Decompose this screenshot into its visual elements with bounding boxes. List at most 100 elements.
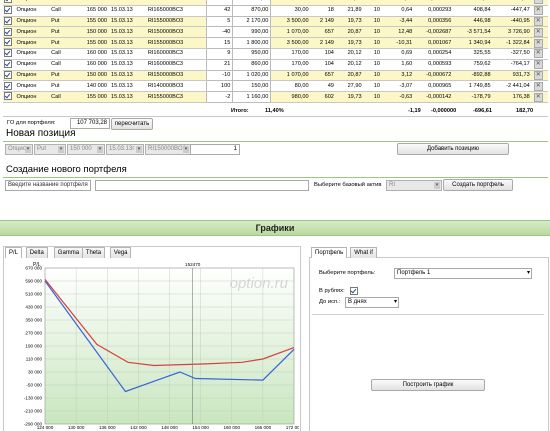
delete-row-icon[interactable]: ✕ <box>533 0 543 5</box>
total-delta: -1,19 <box>408 108 421 114</box>
row-qty[interactable]: 9 <box>205 47 234 60</box>
row-delta: 1,60 <box>381 59 415 71</box>
row-vega: -327,50 <box>492 48 532 60</box>
row-code: RI150000BO3 <box>145 26 207 39</box>
row-checkbox[interactable] <box>4 49 12 58</box>
divider <box>312 314 544 315</box>
delete-row-icon[interactable]: ✕ <box>533 6 543 16</box>
delete-row-icon[interactable]: ✕ <box>533 38 543 48</box>
delete-row-icon[interactable]: ✕ <box>533 49 543 59</box>
divider <box>3 177 548 178</box>
row-theta: 1 340,94 <box>453 37 493 49</box>
new-portfolio-title: Создание нового портфеля <box>6 164 127 175</box>
delete-row-icon[interactable]: ✕ <box>533 81 543 91</box>
row-iv: 20,12 <box>335 59 364 71</box>
row-call-put: Put <box>49 26 77 39</box>
row-checkbox-cell <box>3 80 15 93</box>
np-strike-select[interactable]: 150 000 ▾ <box>67 144 105 155</box>
delete-row-icon[interactable]: ✕ <box>533 60 543 70</box>
row-iv: 27,90 <box>335 80 364 93</box>
row-qty[interactable]: 42 <box>205 4 234 17</box>
row-checkbox[interactable] <box>4 92 12 101</box>
y-tick-label: 30 000 <box>28 370 42 375</box>
expiry-select[interactable]: В днях ▾ <box>345 297 399 308</box>
np-qty-field[interactable]: 1 <box>190 144 240 155</box>
row-days: 10 <box>363 26 382 39</box>
tab-theta[interactable]: Theta <box>81 247 106 258</box>
tab-vega[interactable]: Vega <box>109 247 132 258</box>
row-price[interactable]: 860,00 <box>232 58 272 71</box>
row-checkbox[interactable] <box>4 27 12 36</box>
row-days: 10 <box>363 48 382 60</box>
portfolio-select[interactable]: Портфель 1 ▾ <box>394 268 532 279</box>
tab-delta[interactable]: Delta <box>25 247 48 258</box>
x-tick-label: 160 000 <box>223 425 240 430</box>
row-checkbox[interactable] <box>4 0 12 3</box>
row-market-price: 1 070,00 <box>270 70 311 82</box>
delete-row-icon[interactable]: ✕ <box>533 70 543 80</box>
portfolio-select-label: Выберите портфель: <box>319 270 376 276</box>
create-portfolio-button[interactable]: Создать портфель <box>443 179 513 191</box>
delete-row-icon[interactable]: ✕ <box>533 27 543 37</box>
row-qty[interactable]: 5 <box>205 15 234 28</box>
asset-select[interactable]: RI ▾ <box>386 180 442 191</box>
settings-panel <box>309 257 549 431</box>
row-qty[interactable]: 21 <box>205 58 234 71</box>
tab-gamma[interactable]: Gamma <box>53 247 84 258</box>
row-qty[interactable]: -2 <box>205 91 234 103</box>
row-price[interactable]: 1 800,00 <box>232 37 272 49</box>
recalc-button[interactable]: пересчитать <box>111 118 153 130</box>
row-date: 15.03.13 <box>108 91 146 103</box>
row-checkbox[interactable] <box>4 5 12 14</box>
row-market-price: 170,00 <box>270 59 311 71</box>
row-date: 15.03.13 <box>108 59 146 71</box>
np-type-select[interactable]: Опцион ▾ <box>5 144 33 155</box>
row-gamma: 0,001067 <box>414 37 454 49</box>
portfolio-name-input-ext[interactable] <box>95 180 309 191</box>
build-chart-button[interactable]: Построить график <box>371 379 485 391</box>
np-cp-select[interactable]: Put ▾ <box>34 144 66 155</box>
tab-portfolio[interactable]: Портфель <box>311 247 348 258</box>
tab-what-if[interactable]: What if <box>350 247 377 258</box>
row-qty[interactable]: -10 <box>205 69 234 82</box>
table-row: Опцион Call 155 000 15.03.13 RI155000BC3 -2 1 … <box>3 91 548 103</box>
row-price[interactable]: 150,00 <box>232 80 272 93</box>
row-price[interactable]: 950,00 <box>232 47 272 60</box>
table-row: Опцион Call 160 000 15.03.13 RI160000BC3 21 86… <box>3 58 548 71</box>
chevron-down-icon: ▾ <box>434 182 440 189</box>
row-qty[interactable]: 100 <box>205 80 234 93</box>
row-checkbox[interactable] <box>4 59 12 68</box>
portfolio-name-input[interactable]: Введите название портфеля <box>5 180 91 191</box>
row-qty[interactable]: 15 <box>205 37 234 49</box>
row-checkbox[interactable] <box>4 70 12 79</box>
divider <box>3 141 548 142</box>
row-price[interactable]: 1 160,00 <box>232 91 272 103</box>
np-code-select[interactable]: RI150000BO3 ▾ <box>145 144 191 155</box>
go-value-field[interactable]: 107 703,28 <box>70 118 110 129</box>
row-strike: 150 000 <box>76 70 109 82</box>
row-price[interactable]: 870,00 <box>232 4 272 17</box>
row-checkbox-cell <box>3 70 15 82</box>
row-theta: 325,55 <box>453 48 493 60</box>
row-date: 15.03.13 <box>108 37 146 49</box>
row-checkbox[interactable] <box>4 81 12 90</box>
row-call-put: Put <box>49 16 77 28</box>
add-position-button[interactable]: Добавить позицию <box>397 143 509 155</box>
row-price[interactable]: 990,00 <box>232 26 272 39</box>
row-price[interactable]: 1 020,00 <box>232 69 272 82</box>
delete-row-icon[interactable]: ✕ <box>533 92 543 102</box>
row-call-put: Call <box>49 91 77 103</box>
np-date-select[interactable]: 15.03.13г ▾ <box>106 144 144 155</box>
total-gamma: -0,000000 <box>431 108 457 114</box>
row-checkbox[interactable] <box>4 16 12 25</box>
row-checkbox[interactable] <box>4 38 12 47</box>
rub-checkbox[interactable] <box>350 287 358 295</box>
delete-row-icon[interactable]: ✕ <box>533 16 543 26</box>
row-price[interactable]: 2 170,00 <box>232 15 272 28</box>
row-days: 10 <box>363 37 382 49</box>
row-qty[interactable]: -40 <box>205 26 234 39</box>
tab-pl[interactable]: P/L <box>5 247 23 258</box>
row-volume: 104 <box>310 59 336 71</box>
row-delta: 0,64 <box>381 5 415 17</box>
table-row: Опцион Put 150 000 15.03.13 RI150000BO3 -40 99… <box>3 26 548 39</box>
